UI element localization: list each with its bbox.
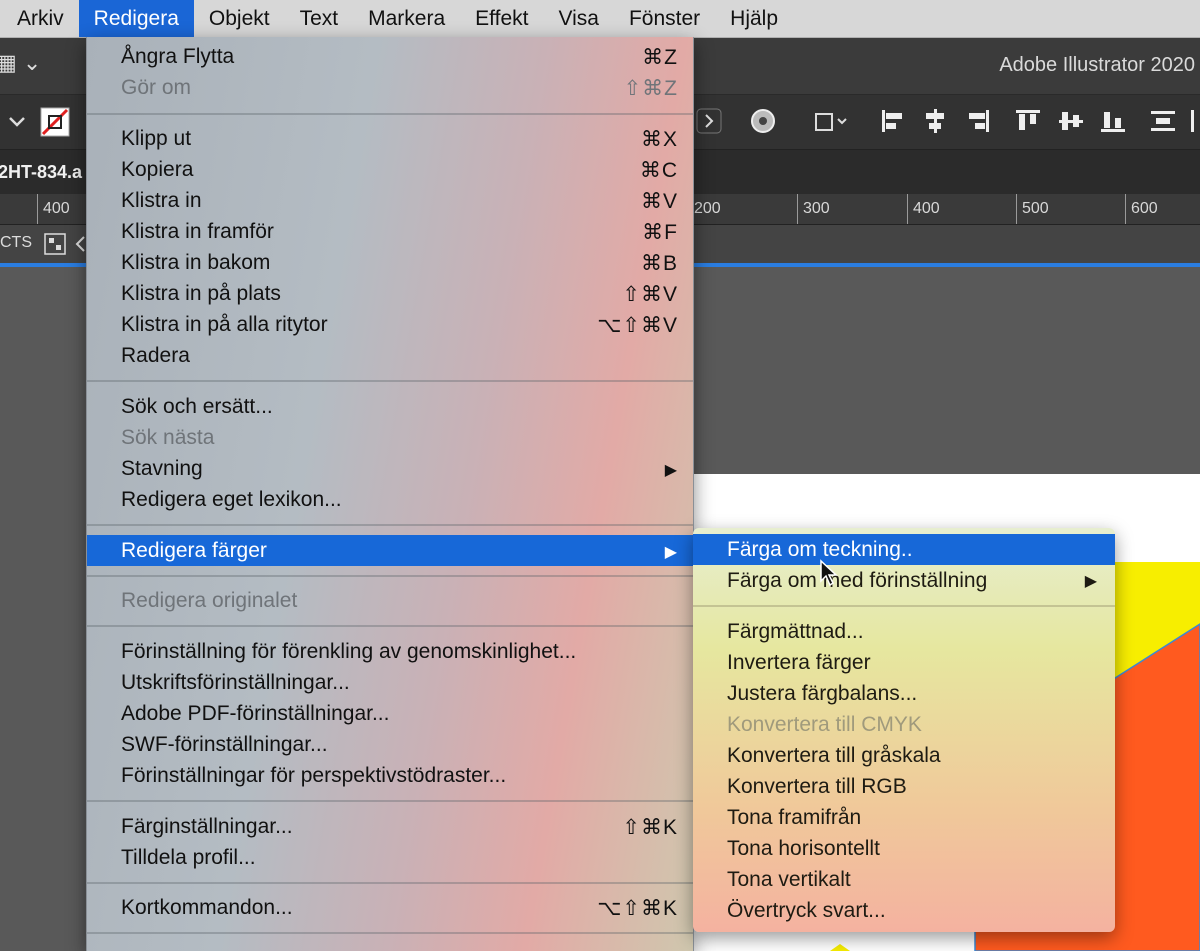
menu-item-redo: Gör om ⇧⌘Z [121,76,678,100]
align-right-icon[interactable] [965,108,991,134]
chevron-left-icon[interactable] [74,235,86,253]
menu-item-undo[interactable]: Ångra Flytta ⌘Z [87,41,693,72]
menu-arkiv[interactable]: Arkiv [0,0,79,37]
yellow-corner [830,944,850,951]
menu-item-copy[interactable]: Kopiera ⌘C [87,154,693,185]
edit-colors-submenu: Färga om teckning.. Färga om med förinst… [693,528,1115,932]
edit-menu: Ångra Flytta ⌘Z Gör om ⇧⌘Z Klipp ut ⌘X Kopi… [86,37,694,951]
align-middle-v-icon[interactable] [1058,108,1084,134]
panel-label: CTS [0,234,32,251]
menu-item-perspective-grid-presets[interactable]: Förinställningar för perspektivstödraste… [87,760,693,791]
menu-separator [87,932,693,934]
menu-markera[interactable]: Markera [353,0,460,37]
menu-item-swf-presets[interactable]: SWF-förinställningar... [87,729,693,760]
menu-item-edit-dictionary[interactable]: Redigera eget lexikon... [87,484,693,515]
menu-separator [87,113,693,115]
submenu-item-saturate[interactable]: Färgmättnad... [693,616,1115,647]
document-tab[interactable]: 2HT-834.a [0,162,82,183]
app-title: Adobe Illustrator 2020 [999,54,1195,76]
submenu-item-overprint-black[interactable]: Övertryck svart... [693,895,1115,926]
recolor-wheel-icon[interactable] [750,108,776,134]
menu-item-keyboard-shortcuts[interactable]: Kortkommandon... ⌥⇧⌘K [87,892,693,923]
menu-bar: Arkiv Redigera Objekt Text Markera Effek… [0,0,1200,38]
align-center-h-icon[interactable] [922,108,948,134]
ruler-tick: 400 [907,194,940,224]
menu-separator [87,575,693,577]
menu-hjalp[interactable]: Hjälp [715,0,793,37]
menu-item-transparency-flattener[interactable]: Förinställning för förenkling av genomsk… [87,636,693,667]
menu-separator [87,524,693,526]
transform-dropdown-icon[interactable] [812,108,852,134]
distribute-left-icon[interactable] [1190,108,1200,134]
submenu-item-recolor-artwork[interactable]: Färga om teckning.. [693,534,1115,565]
submenu-item-convert-grayscale[interactable]: Konvertera till gråskala [693,740,1115,771]
menu-visa[interactable]: Visa [543,0,613,37]
align-bottom-icon[interactable] [1100,108,1126,134]
ruler-tick: 400 [37,194,70,224]
menu-item-print-presets[interactable]: Utskriftsförinställningar... [87,667,693,698]
menu-separator [87,380,693,382]
submenu-item-invert-colors[interactable]: Invertera färger [693,647,1115,678]
ruler-tick: 600 [1125,194,1158,224]
menu-item-paste[interactable]: Klistra in ⌘V [87,185,693,216]
ruler-tick: 300 [797,194,830,224]
submenu-item-recolor-preset[interactable]: Färga om med förinställning ▶ [693,565,1115,596]
ruler-tick: 500 [1016,194,1049,224]
menu-item-pdf-presets[interactable]: Adobe PDF-förinställningar... [87,698,693,729]
menu-item-edit-original: Redigera originalet [121,589,298,612]
menu-item-delete[interactable]: Radera [87,340,693,371]
menu-item-find-replace[interactable]: Sök och ersätt... [87,391,693,422]
menu-item-spelling[interactable]: Stavning ▶ [87,453,693,484]
submenu-item-adjust-balance[interactable]: Justera färgbalans... [693,678,1115,709]
menu-separator [87,882,693,884]
menu-text[interactable]: Text [285,0,354,37]
mouse-cursor-icon [820,559,838,587]
align-left-icon[interactable] [880,108,906,134]
menu-effekt[interactable]: Effekt [460,0,543,37]
stroke-none-icon[interactable] [40,107,70,137]
align-top-icon[interactable] [1015,108,1041,134]
workspace-switcher[interactable]: ▦ ⌄ [0,50,41,76]
menu-item-paste-back[interactable]: Klistra in bakom ⌘B [87,247,693,278]
menu-item-paste-all-artboards[interactable]: Klistra in på alla ritytor ⌥⇧⌘V [87,309,693,340]
menu-redigera[interactable]: Redigera [78,0,194,37]
submenu-item-blend-horizontally[interactable]: Tona horisontellt [693,833,1115,864]
menu-item-edit-colors[interactable]: Redigera färger ▶ [87,535,693,566]
grid-icon[interactable] [44,233,66,255]
menu-objekt[interactable]: Objekt [194,0,285,37]
menu-item-find-next: Sök nästa [121,426,215,449]
menu-separator [87,625,693,627]
submenu-item-blend-vertically[interactable]: Tona vertikalt [693,864,1115,895]
menu-item-color-settings[interactable]: Färginställningar... ⇧⌘K [87,811,693,842]
submenu-arrow-icon: ▶ [1084,573,1097,590]
submenu-item-convert-rgb[interactable]: Konvertera till RGB [693,771,1115,802]
menu-item-paste-front[interactable]: Klistra in framför ⌘F [87,216,693,247]
menu-item-paste-in-place[interactable]: Klistra in på plats ⇧⌘V [87,278,693,309]
menu-item-cut[interactable]: Klipp ut ⌘X [87,123,693,154]
submenu-item-convert-cmyk: Konvertera till CMYK [727,713,922,736]
menu-separator [87,800,693,802]
menu-separator [693,605,1115,607]
chevron-down-icon[interactable] [4,108,30,134]
menu-fonster[interactable]: Fönster [614,0,715,37]
distribute-vertical-icon[interactable] [1150,108,1176,134]
menu-item-assign-profile[interactable]: Tilldela profil... [87,842,693,873]
chevron-right-icon[interactable] [696,108,722,134]
submenu-item-blend-front-to-back[interactable]: Tona framifrån [693,802,1115,833]
